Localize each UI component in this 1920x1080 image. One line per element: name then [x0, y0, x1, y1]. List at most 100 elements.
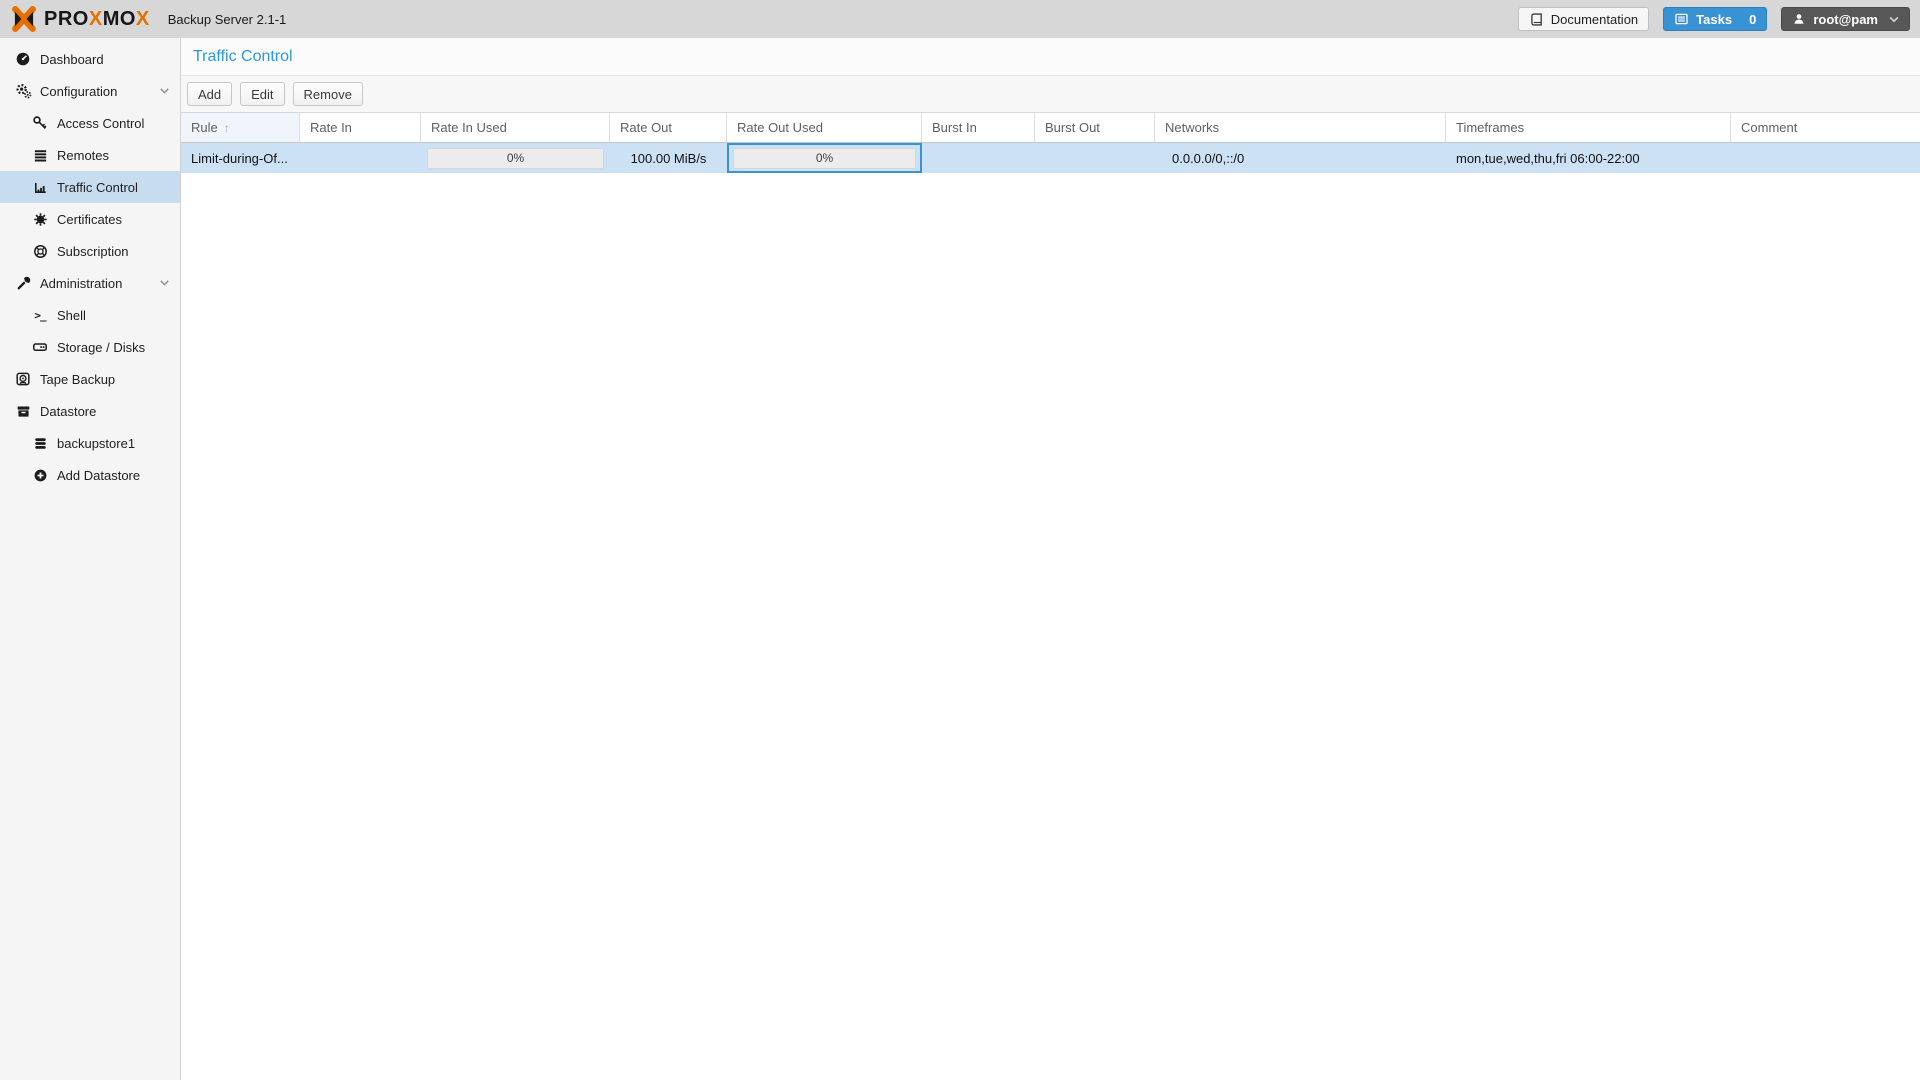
sidebar-item-label: Shell — [57, 307, 86, 323]
key-icon — [31, 115, 49, 131]
sidebar-item-add-datastore[interactable]: Add Datastore — [0, 459, 180, 491]
sidebar-item-shell[interactable]: >_ Shell — [0, 299, 180, 331]
rate-in-used-progressbar: 0% — [427, 147, 604, 169]
user-label: root@pam — [1813, 11, 1878, 27]
sidebar-item-remotes[interactable]: Remotes — [0, 139, 180, 171]
sidebar-item-dashboard[interactable]: Dashboard — [0, 43, 180, 75]
sidebar-item-label: Traffic Control — [57, 179, 138, 195]
column-label: Rule — [191, 120, 218, 135]
main-panel: Traffic Control Add Edit Remove Rule ↑ R… — [181, 38, 1920, 1080]
product-version-label: Backup Server 2.1-1 — [167, 11, 287, 27]
sidebar-item-label: Administration — [40, 275, 123, 291]
cell-rate-in[interactable] — [300, 143, 421, 173]
timeframes-value: mon,tue,wed,thu,fri 06:00-22:00 — [1456, 150, 1640, 166]
column-header-rate-in-used[interactable]: Rate In Used — [421, 113, 610, 142]
proxmox-brand: PRO X MO X Backup Server 2.1-1 — [10, 6, 286, 32]
app-body: Dashboard Configuration Access Control R… — [0, 38, 1920, 1080]
dashboard-gauge-icon — [14, 51, 32, 67]
certificate-icon — [31, 211, 49, 227]
sidebar-item-label: Add Datastore — [57, 467, 141, 483]
sidebar-item-administration[interactable]: Administration — [0, 267, 180, 299]
sidebar-item-label: Storage / Disks — [57, 339, 146, 355]
sidebar-item-certificates[interactable]: Certificates — [0, 203, 180, 235]
column-header-burst-in[interactable]: Burst In — [922, 113, 1035, 142]
top-bar: PRO X MO X Backup Server 2.1-1 Documentatio… — [0, 0, 1920, 38]
tasks-button[interactable]: Tasks 0 — [1663, 7, 1768, 31]
remove-button[interactable]: Remove — [292, 82, 363, 106]
panel-header: Traffic Control — [181, 38, 1920, 76]
wordmark-seg-accent: X — [135, 7, 150, 30]
proxmox-wordmark: PRO X MO X — [44, 8, 150, 31]
column-header-rate-out[interactable]: Rate Out — [610, 113, 727, 142]
documentation-label: Documentation — [1550, 11, 1639, 27]
bar-chart-icon — [31, 179, 49, 195]
cell-timeframes[interactable]: mon,tue,wed,thu,fri 06:00-22:00 — [1446, 143, 1731, 173]
sidebar-item-label: Access Control — [57, 115, 145, 131]
column-header-burst-out[interactable]: Burst Out — [1035, 113, 1155, 142]
column-label: Comment — [1741, 120, 1798, 135]
tasks-label: Tasks — [1696, 11, 1733, 27]
add-button[interactable]: Add — [187, 82, 233, 106]
column-label: Rate Out — [620, 120, 673, 135]
user-menu-button[interactable]: root@pam — [1781, 7, 1910, 31]
cell-burst-out[interactable] — [1035, 143, 1155, 173]
cell-rule[interactable]: Limit-during-Of... — [181, 143, 300, 173]
task-list-icon — [1675, 13, 1688, 25]
collapse-caret-icon[interactable] — [160, 280, 169, 286]
tape-icon — [14, 371, 32, 387]
table-row[interactable]: Limit-during-Of... 0% 100.00 MiB/s 0% 0.… — [181, 143, 1920, 173]
edit-button[interactable]: Edit — [240, 82, 285, 106]
column-header-rate-in[interactable]: Rate In — [300, 113, 421, 142]
database-icon — [31, 435, 49, 451]
navigation-sidebar: Dashboard Configuration Access Control R… — [0, 38, 181, 1080]
rate-out-value: 100.00 MiB/s — [630, 150, 707, 166]
user-icon — [1794, 14, 1804, 24]
column-header-timeframes[interactable]: Timeframes — [1446, 113, 1731, 142]
sidebar-item-label: Datastore — [40, 403, 97, 419]
proxmox-logo-icon — [12, 6, 36, 32]
rate-in-used-value: 0% — [506, 151, 525, 165]
plus-circle-icon — [31, 467, 49, 483]
wrench-icon — [14, 275, 32, 291]
sidebar-item-label: Configuration — [40, 83, 118, 99]
column-header-rule[interactable]: Rule ↑ — [181, 113, 300, 142]
wordmark-seg: MO — [102, 7, 136, 30]
wordmark-seg: PRO — [44, 7, 89, 30]
sidebar-item-tape-backup[interactable]: Tape Backup — [0, 363, 180, 395]
sidebar-item-label: Remotes — [57, 147, 110, 163]
collapse-caret-icon[interactable] — [160, 88, 169, 94]
cell-networks[interactable]: 0.0.0.0/0,::/0 — [1155, 143, 1446, 173]
page-title: Traffic Control — [193, 47, 293, 65]
documentation-button[interactable]: Documentation — [1517, 7, 1650, 31]
cell-rate-in-used[interactable]: 0% — [421, 143, 610, 173]
cell-rate-out-used-focused[interactable]: 0% — [727, 143, 922, 173]
tasks-count-badge: 0 — [1749, 11, 1757, 27]
sidebar-item-configuration[interactable]: Configuration — [0, 75, 180, 107]
cell-comment[interactable] — [1731, 143, 1920, 173]
column-header-rate-out-used[interactable]: Rate Out Used — [727, 113, 922, 142]
gears-icon — [14, 83, 32, 99]
column-header-networks[interactable]: Networks — [1155, 113, 1446, 142]
sidebar-item-access-control[interactable]: Access Control — [0, 107, 180, 139]
networks-value: 0.0.0.0/0,::/0 — [1172, 150, 1245, 166]
rate-out-used-progressbar: 0% — [733, 147, 916, 169]
column-label: Rate Out Used — [737, 120, 823, 135]
sidebar-item-label: Tape Backup — [40, 371, 116, 387]
column-label: Timeframes — [1456, 120, 1525, 135]
column-header-comment[interactable]: Comment — [1731, 113, 1920, 142]
sidebar-item-subscription[interactable]: Subscription — [0, 235, 180, 267]
remotes-list-icon — [31, 147, 49, 163]
sidebar-item-backupstore1[interactable]: backupstore1 — [0, 427, 180, 459]
life-ring-icon — [31, 243, 49, 259]
sidebar-item-label: backupstore1 — [57, 435, 136, 451]
cell-burst-in[interactable] — [922, 143, 1035, 173]
hdd-icon — [31, 339, 49, 355]
chevron-down-icon — [1889, 16, 1899, 23]
sidebar-item-datastore[interactable]: Datastore — [0, 395, 180, 427]
cell-rate-out[interactable]: 100.00 MiB/s — [610, 143, 727, 173]
sidebar-item-traffic-control[interactable]: Traffic Control — [0, 171, 180, 203]
sidebar-item-label: Dashboard — [40, 51, 104, 67]
rate-out-used-value: 0% — [815, 151, 834, 165]
sidebar-item-storage-disks[interactable]: Storage / Disks — [0, 331, 180, 363]
table-header: Rule ↑ Rate In Rate In Used Rate Out Rat… — [181, 113, 1920, 143]
